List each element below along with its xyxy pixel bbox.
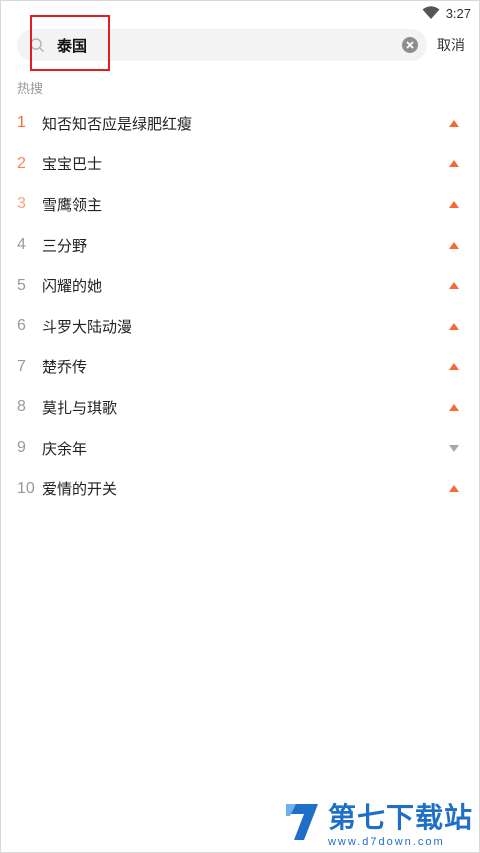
hot-search-item[interactable]: 10 爱情的开关: [1, 468, 479, 509]
hot-search-label: 莫扎与琪歌: [42, 398, 118, 417]
rank-number: 3: [17, 195, 26, 213]
rank-number: 10: [17, 479, 35, 497]
hot-search-label: 庆余年: [42, 439, 88, 458]
hot-search-label: 宝宝巴士: [42, 155, 103, 174]
status-time: 3:27: [445, 5, 471, 21]
hot-search-item[interactable]: 9 庆余年: [1, 428, 479, 469]
status-bar: 3:27: [1, 1, 479, 25]
hot-search-item[interactable]: 2 宝宝巴士: [1, 144, 479, 185]
rank-number: 6: [17, 317, 26, 335]
hot-search-label: 爱情的开关: [42, 480, 118, 499]
hot-search-item[interactable]: 1 知否知否应是绿肥红瘦: [1, 103, 479, 144]
hot-search-item[interactable]: 5 闪耀的她: [1, 265, 479, 306]
watermark: 第七下载站 www.d7down.com: [282, 796, 473, 848]
rank-number: 4: [17, 236, 26, 254]
watermark-text: 第七下载站 www.d7down.com: [328, 796, 473, 848]
rank-number: 2: [17, 154, 26, 172]
rank-number: 1: [17, 114, 26, 132]
rank-number: 9: [17, 439, 26, 457]
trend-up-icon: [449, 119, 459, 127]
hot-search-label: 楚乔传: [42, 358, 88, 377]
clear-icon[interactable]: [401, 36, 419, 54]
hot-search-label: 三分野: [42, 236, 88, 255]
rank-number: 5: [17, 276, 26, 294]
hot-search-list: 1 知否知否应是绿肥红瘦 2 宝宝巴士 3 雪鹰领主 4 三分野 5 闪耀的她 …: [1, 103, 479, 509]
hot-search-label: 知否知否应是绿肥红瘦: [42, 114, 193, 133]
trend-up-icon: [449, 485, 459, 493]
wifi-icon: [422, 6, 440, 19]
trend-up-icon: [449, 322, 459, 330]
hot-search-title: 热搜: [17, 82, 44, 97]
watermark-url: www.d7down.com: [327, 836, 445, 848]
hot-search-item[interactable]: 8 莫扎与琪歌: [1, 387, 479, 428]
hot-search-label: 雪鹰领主: [42, 195, 103, 214]
hot-search-item[interactable]: 3 雪鹰领主: [1, 184, 479, 225]
hot-search-label: 斗罗大陆动漫: [42, 317, 133, 336]
trend-down-icon: [449, 444, 459, 452]
trend-up-icon: [449, 282, 459, 290]
rank-number: 8: [17, 398, 26, 416]
hot-search-label: 闪耀的她: [42, 277, 103, 296]
cancel-button[interactable]: 取消: [437, 35, 465, 55]
hot-search-item[interactable]: 7 楚乔传: [1, 347, 479, 388]
rank-number: 7: [17, 357, 26, 375]
trend-up-icon: [449, 200, 459, 208]
trend-up-icon: [449, 363, 459, 371]
hot-search-item[interactable]: 4 三分野: [1, 225, 479, 266]
trend-up-icon: [449, 403, 459, 411]
watermark-logo-icon: [285, 804, 318, 840]
search-input[interactable]: 泰国: [57, 35, 401, 56]
trend-up-icon: [449, 160, 459, 168]
search-box[interactable]: 泰国: [17, 29, 427, 61]
watermark-name: 第七下载站: [327, 801, 473, 834]
search-row: 泰国 取消: [17, 29, 465, 61]
search-icon: [30, 38, 45, 53]
hot-search-item[interactable]: 6 斗罗大陆动漫: [1, 306, 479, 347]
trend-up-icon: [449, 241, 459, 249]
